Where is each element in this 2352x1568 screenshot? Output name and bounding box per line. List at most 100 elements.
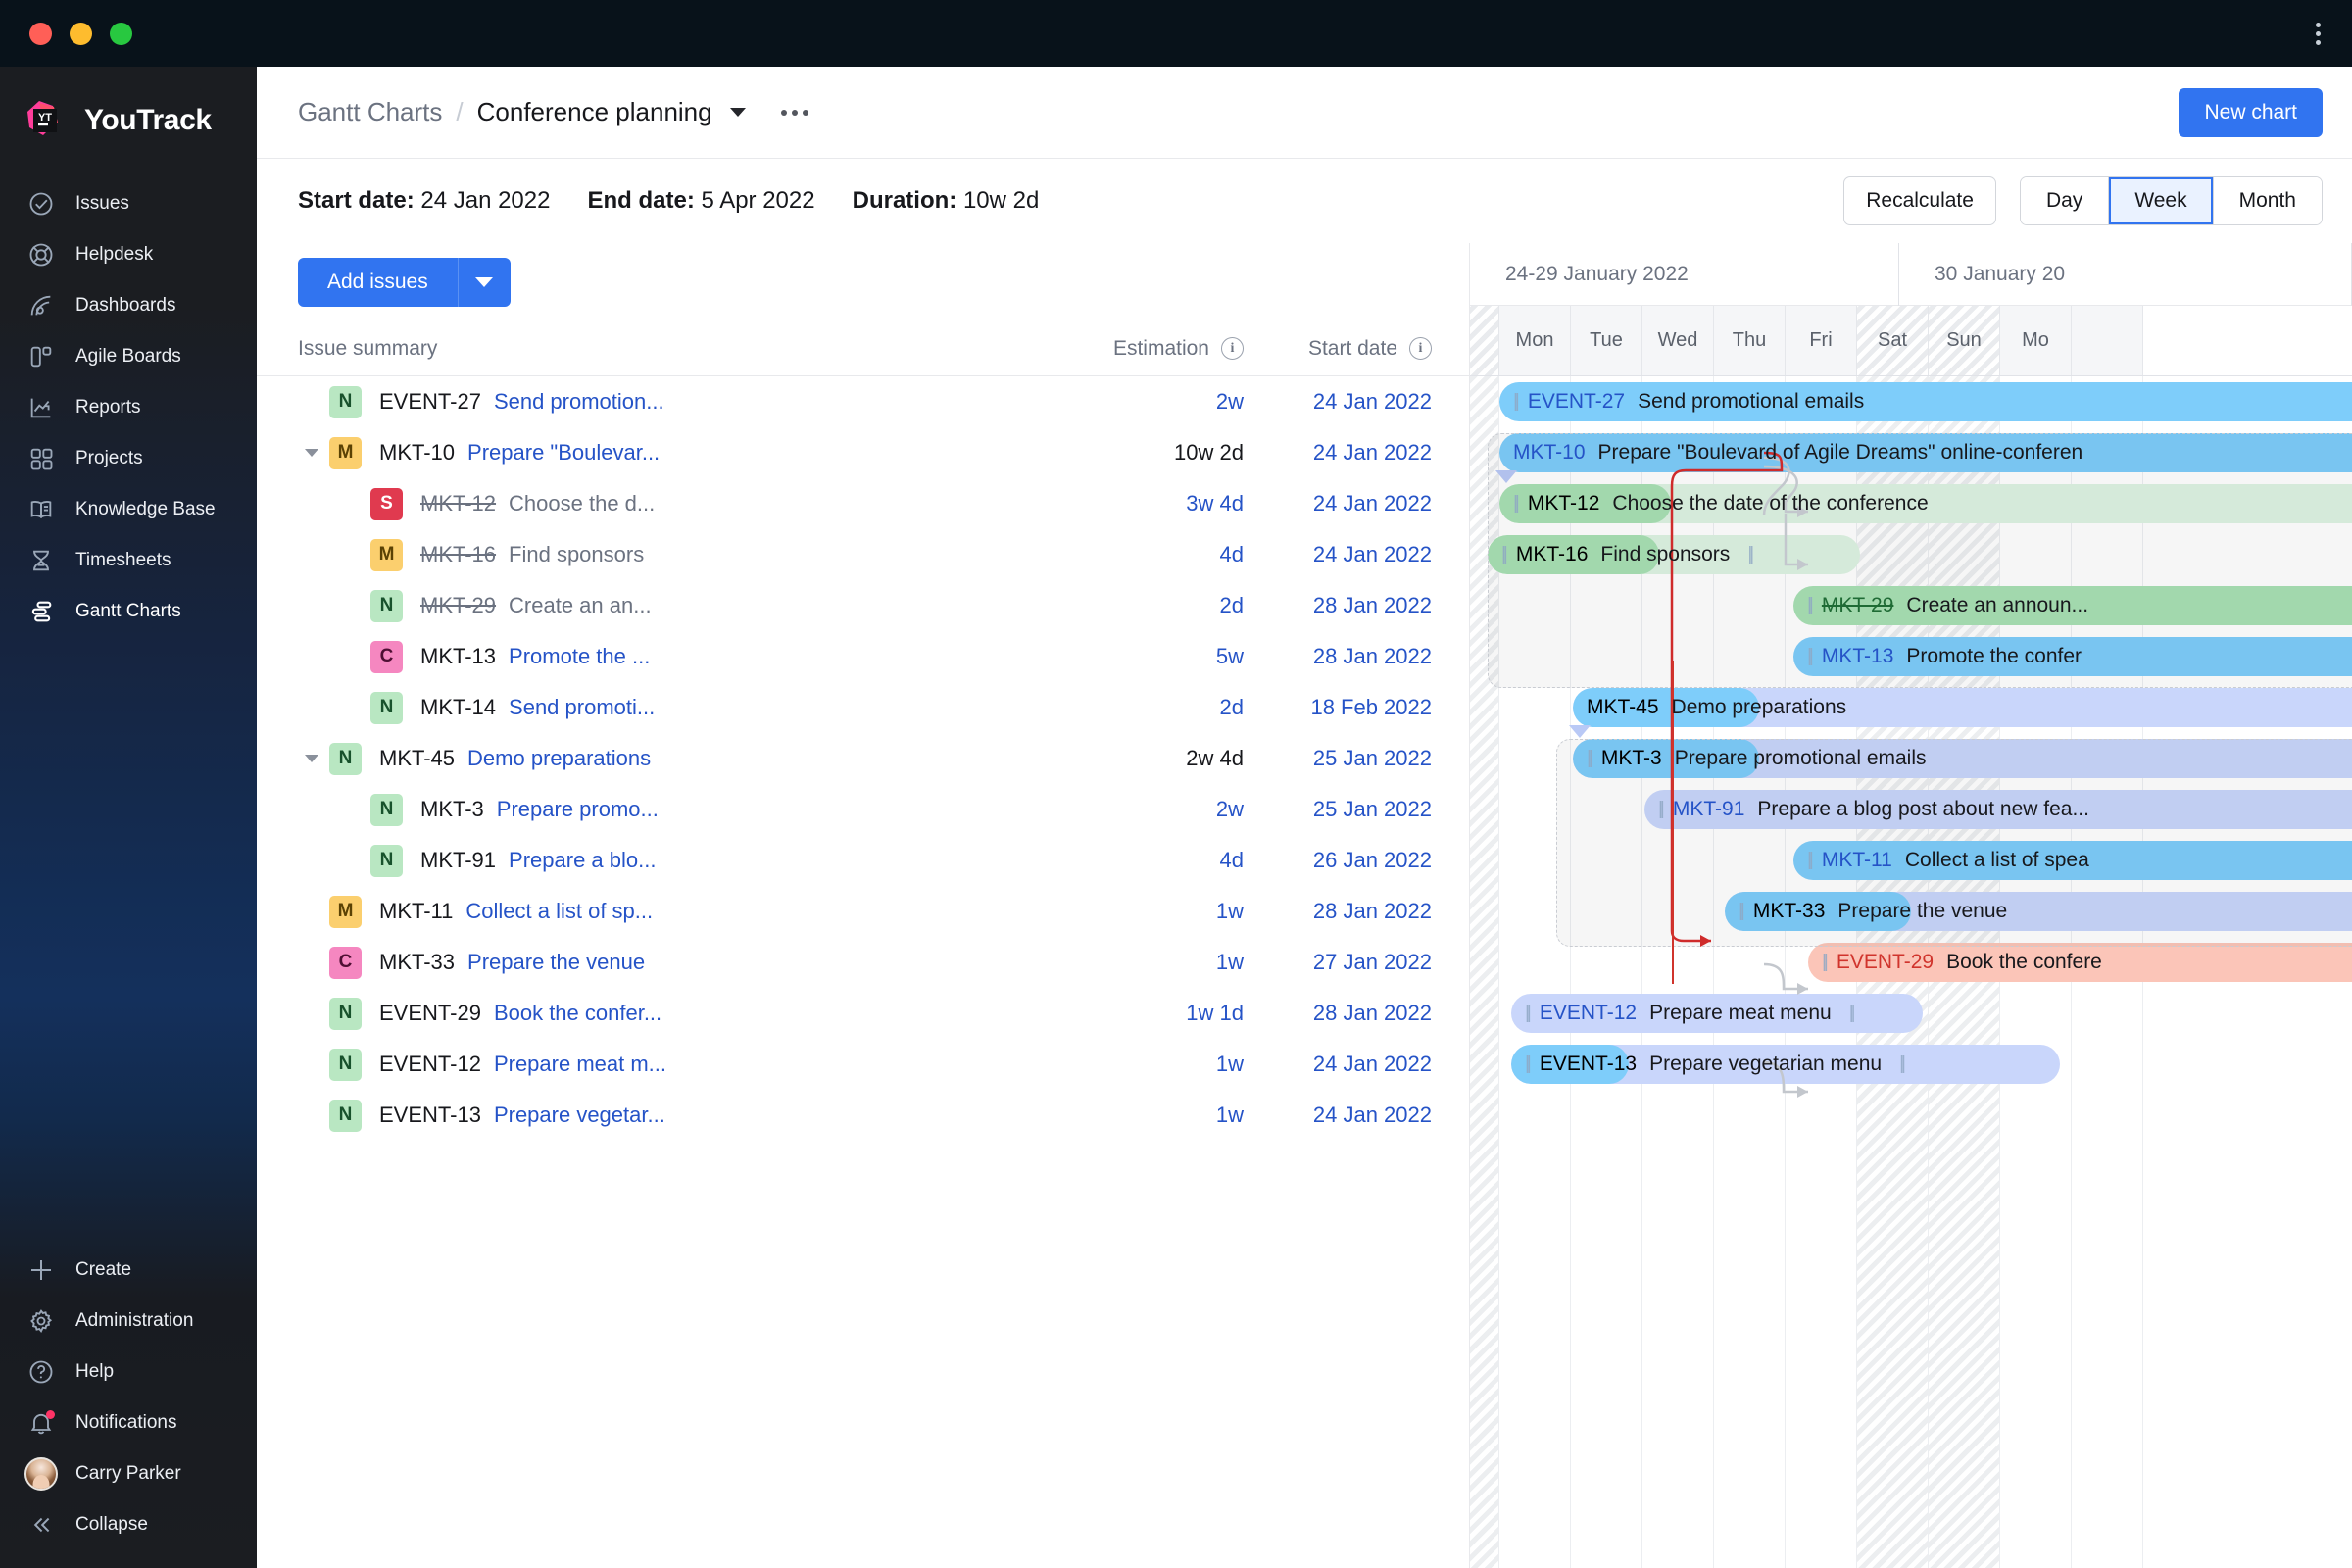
- cell-start-date[interactable]: 28 Jan 2022: [1244, 593, 1469, 618]
- table-row[interactable]: N MKT-45 Demo preparations 2w 4d 25 Jan 2022: [257, 733, 1469, 784]
- column-header-estimation[interactable]: Estimation i: [1018, 337, 1244, 361]
- sidebar-collapse-button[interactable]: Collapse: [0, 1499, 257, 1550]
- gantt-bar-issue-id[interactable]: EVENT-29: [1837, 951, 1934, 974]
- scale-option-day[interactable]: Day: [2020, 177, 2110, 224]
- sidebar-item-notifications[interactable]: Notifications: [0, 1397, 257, 1448]
- sidebar-item-issues[interactable]: Issues: [0, 178, 257, 229]
- column-header-issue-summary[interactable]: Issue summary: [257, 337, 1018, 361]
- cell-estimation[interactable]: 2d: [1018, 695, 1244, 720]
- issue-id[interactable]: MKT-29: [420, 593, 496, 618]
- gantt-bar-issue-id[interactable]: MKT-16: [1516, 543, 1589, 566]
- issue-summary-link[interactable]: Promote the ...: [509, 644, 650, 669]
- gantt-bar-resize-handle[interactable]: ||: [1739, 901, 1745, 922]
- gantt-bar-resize-handle[interactable]: ||: [1658, 799, 1665, 820]
- gantt-bar-issue-id[interactable]: MKT-29: [1822, 594, 1894, 617]
- gantt-bar[interactable]: MKT-45 Demo preparations: [1573, 688, 2352, 727]
- table-row[interactable]: N EVENT-13 Prepare vegetar... 1w 24 Jan 2022: [257, 1090, 1469, 1141]
- sidebar-item-knowledge-base[interactable]: Knowledge Base: [0, 484, 257, 535]
- table-row[interactable]: N MKT-29 Create an an... 2d 28 Jan 2022: [257, 580, 1469, 631]
- expand-collapse-toggle[interactable]: [298, 449, 325, 457]
- cell-estimation[interactable]: 1w: [1018, 1102, 1244, 1128]
- gantt-bar-issue-id[interactable]: EVENT-12: [1540, 1002, 1637, 1025]
- gantt-bar[interactable]: || EVENT-12 Prepare meat menu ||: [1511, 994, 1923, 1033]
- table-row[interactable]: M MKT-10 Prepare "Boulevar... 10w 2d 24 Jan …: [257, 427, 1469, 478]
- cell-estimation[interactable]: 4d: [1018, 542, 1244, 567]
- cell-start-date[interactable]: 24 Jan 2022: [1244, 1052, 1469, 1077]
- gantt-bar-issue-id[interactable]: MKT-13: [1822, 645, 1894, 668]
- issue-summary-link[interactable]: Send promotion...: [494, 389, 664, 415]
- table-row[interactable]: M MKT-11 Collect a list of sp... 1w 28 Jan 2…: [257, 886, 1469, 937]
- info-icon[interactable]: i: [1409, 337, 1432, 360]
- cell-estimation[interactable]: 1w 1d: [1018, 1001, 1244, 1026]
- breadcrumb-current[interactable]: Conference planning: [477, 97, 712, 127]
- scale-option-month[interactable]: Month: [2213, 177, 2322, 224]
- sidebar-item-administration[interactable]: Administration: [0, 1296, 257, 1347]
- issue-summary-link[interactable]: Prepare promo...: [497, 797, 659, 822]
- issue-summary-link[interactable]: Prepare the venue: [467, 950, 645, 975]
- issue-summary-link[interactable]: Prepare a blo...: [509, 848, 656, 873]
- cell-start-date[interactable]: 18 Feb 2022: [1244, 695, 1469, 720]
- issue-id[interactable]: MKT-33: [379, 950, 455, 975]
- table-row[interactable]: M MKT-16 Find sponsors 4d 24 Jan 2022: [257, 529, 1469, 580]
- cell-start-date[interactable]: 27 Jan 2022: [1244, 950, 1469, 975]
- gantt-chart-panel[interactable]: 24-29 January 2022 30 January 20 Mon Tue We…: [1470, 243, 2352, 1568]
- sidebar-item-dashboards[interactable]: Dashboards: [0, 280, 257, 331]
- cell-estimation[interactable]: 3w 4d: [1018, 491, 1244, 516]
- issue-summary-link[interactable]: Prepare "Boulevar...: [467, 440, 660, 466]
- cell-start-date[interactable]: 24 Jan 2022: [1244, 491, 1469, 516]
- gantt-bar-issue-id[interactable]: MKT-12: [1528, 492, 1600, 515]
- sidebar-item-gantt-charts[interactable]: Gantt Charts: [0, 586, 257, 637]
- issue-summary-link[interactable]: Collect a list of sp...: [466, 899, 653, 924]
- sidebar-item-reports[interactable]: Reports: [0, 382, 257, 433]
- issue-id[interactable]: MKT-14: [420, 695, 496, 720]
- sidebar-item-timesheets[interactable]: Timesheets: [0, 535, 257, 586]
- gantt-bar-resize-handle[interactable]: ||: [1747, 544, 1754, 565]
- gantt-bar-resize-handle[interactable]: ||: [1849, 1003, 1856, 1024]
- cell-estimation[interactable]: 2w 4d: [1018, 746, 1244, 771]
- cell-estimation[interactable]: 5w: [1018, 644, 1244, 669]
- gantt-bar[interactable]: || MKT-91 Prepare a blog post about new fe…: [1644, 790, 2352, 829]
- cell-start-date[interactable]: 24 Jan 2022: [1244, 1102, 1469, 1128]
- cell-estimation[interactable]: 4d: [1018, 848, 1244, 873]
- issue-id[interactable]: EVENT-12: [379, 1052, 481, 1077]
- gantt-bar-issue-id[interactable]: EVENT-13: [1540, 1053, 1637, 1076]
- gantt-bar-resize-handle[interactable]: ||: [1525, 1003, 1532, 1024]
- sidebar-item-user-profile[interactable]: Carry Parker: [0, 1448, 257, 1499]
- add-issues-dropdown-button[interactable]: [457, 258, 511, 307]
- cell-estimation[interactable]: 2d: [1018, 593, 1244, 618]
- gantt-bar[interactable]: || MKT-11 Collect a list of spea: [1793, 841, 2352, 880]
- gantt-bar[interactable]: || MKT-3 Prepare promotional emails: [1573, 739, 2352, 778]
- gantt-bar-resize-handle[interactable]: ||: [1513, 391, 1520, 413]
- gantt-bar-resize-handle[interactable]: ||: [1513, 493, 1520, 514]
- gantt-bar-resize-handle[interactable]: ||: [1807, 595, 1814, 616]
- gantt-bar[interactable]: || EVENT-27 Send promotional emails: [1499, 382, 2352, 421]
- cell-start-date[interactable]: 25 Jan 2022: [1244, 746, 1469, 771]
- gantt-bar-resize-handle[interactable]: ||: [1899, 1054, 1906, 1075]
- issue-summary-link[interactable]: Choose the d...: [509, 491, 655, 516]
- issue-id[interactable]: EVENT-13: [379, 1102, 481, 1128]
- sidebar-item-create[interactable]: Create: [0, 1245, 257, 1296]
- info-icon[interactable]: i: [1221, 337, 1244, 360]
- chevron-down-icon[interactable]: [729, 108, 746, 117]
- issue-summary-link[interactable]: Send promoti...: [509, 695, 655, 720]
- table-row[interactable]: N MKT-3 Prepare promo... 2w 25 Jan 2022: [257, 784, 1469, 835]
- issue-id[interactable]: MKT-10: [379, 440, 455, 466]
- gantt-bar-resize-handle[interactable]: ||: [1501, 544, 1508, 565]
- sidebar-item-agile-boards[interactable]: Agile Boards: [0, 331, 257, 382]
- cell-estimation[interactable]: 10w 2d: [1018, 440, 1244, 466]
- issue-summary-link[interactable]: Demo preparations: [467, 746, 651, 771]
- cell-estimation[interactable]: 1w: [1018, 950, 1244, 975]
- issue-summary-link[interactable]: Prepare vegetar...: [494, 1102, 665, 1128]
- issue-id[interactable]: EVENT-27: [379, 389, 481, 415]
- issue-summary-link[interactable]: Book the confer...: [494, 1001, 662, 1026]
- kebab-menu-icon[interactable]: [2313, 22, 2323, 45]
- gantt-bar-resize-handle[interactable]: ||: [1807, 646, 1814, 667]
- issue-id[interactable]: MKT-12: [420, 491, 496, 516]
- gantt-bar[interactable]: || EVENT-29 Book the confere: [1808, 943, 2352, 982]
- column-header-start-date[interactable]: Start date i: [1244, 337, 1469, 361]
- gantt-bar-issue-id[interactable]: MKT-91: [1673, 798, 1745, 821]
- close-window-button[interactable]: [29, 22, 52, 45]
- cell-start-date[interactable]: 28 Jan 2022: [1244, 899, 1469, 924]
- maximize-window-button[interactable]: [110, 22, 132, 45]
- table-row[interactable]: C MKT-13 Promote the ... 5w 28 Jan 2022: [257, 631, 1469, 682]
